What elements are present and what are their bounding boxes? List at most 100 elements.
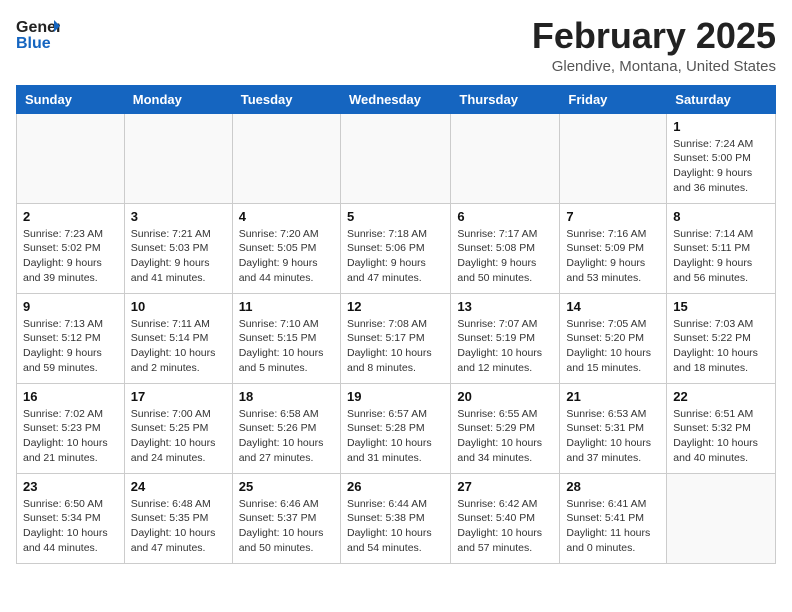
- calendar-cell: 20 Sunrise: 6:55 AM Sunset: 5:29 PM Dayli…: [451, 383, 560, 473]
- month-title: February 2025: [532, 16, 776, 56]
- calendar-cell: 1 Sunrise: 7:24 AM Sunset: 5:00 PM Daylig…: [667, 113, 776, 203]
- day-info: Sunrise: 6:46 AM Sunset: 5:37 PM Dayligh…: [239, 497, 334, 556]
- calendar-cell: 10 Sunrise: 7:11 AM Sunset: 5:14 PM Dayli…: [124, 293, 232, 383]
- day-info: Sunrise: 6:41 AM Sunset: 5:41 PM Dayligh…: [566, 497, 660, 556]
- day-info: Sunrise: 7:02 AM Sunset: 5:23 PM Dayligh…: [23, 407, 118, 466]
- calendar-cell: [667, 473, 776, 563]
- calendar-cell: 7 Sunrise: 7:16 AM Sunset: 5:09 PM Daylig…: [560, 203, 667, 293]
- day-info: Sunrise: 7:10 AM Sunset: 5:15 PM Dayligh…: [239, 317, 334, 376]
- day-number: 19: [347, 389, 444, 404]
- day-info: Sunrise: 7:17 AM Sunset: 5:08 PM Dayligh…: [457, 227, 553, 286]
- day-info: Sunrise: 6:48 AM Sunset: 5:35 PM Dayligh…: [131, 497, 226, 556]
- day-number: 18: [239, 389, 334, 404]
- calendar-day-header: Sunday: [17, 85, 125, 113]
- day-number: 6: [457, 209, 553, 224]
- calendar-week-row: 23 Sunrise: 6:50 AM Sunset: 5:34 PM Dayli…: [17, 473, 776, 563]
- logo-icon: General Blue: [16, 16, 60, 52]
- day-number: 7: [566, 209, 660, 224]
- day-number: 27: [457, 479, 553, 494]
- day-number: 21: [566, 389, 660, 404]
- day-number: 3: [131, 209, 226, 224]
- day-number: 8: [673, 209, 769, 224]
- calendar-day-header: Friday: [560, 85, 667, 113]
- calendar-cell: 23 Sunrise: 6:50 AM Sunset: 5:34 PM Dayli…: [17, 473, 125, 563]
- day-info: Sunrise: 7:16 AM Sunset: 5:09 PM Dayligh…: [566, 227, 660, 286]
- calendar-cell: 21 Sunrise: 6:53 AM Sunset: 5:31 PM Dayli…: [560, 383, 667, 473]
- calendar-day-header: Saturday: [667, 85, 776, 113]
- day-number: 22: [673, 389, 769, 404]
- calendar-cell: [560, 113, 667, 203]
- day-info: Sunrise: 6:50 AM Sunset: 5:34 PM Dayligh…: [23, 497, 118, 556]
- day-info: Sunrise: 7:00 AM Sunset: 5:25 PM Dayligh…: [131, 407, 226, 466]
- location: Glendive, Montana, United States: [532, 58, 776, 75]
- svg-text:General: General: [16, 19, 60, 36]
- calendar-cell: 12 Sunrise: 7:08 AM Sunset: 5:17 PM Dayli…: [340, 293, 450, 383]
- day-info: Sunrise: 7:11 AM Sunset: 5:14 PM Dayligh…: [131, 317, 226, 376]
- calendar-cell: [451, 113, 560, 203]
- calendar-cell: 5 Sunrise: 7:18 AM Sunset: 5:06 PM Daylig…: [340, 203, 450, 293]
- day-number: 20: [457, 389, 553, 404]
- calendar-day-header: Monday: [124, 85, 232, 113]
- svg-text:Blue: Blue: [16, 35, 51, 52]
- calendar-day-header: Tuesday: [232, 85, 340, 113]
- day-number: 1: [673, 119, 769, 134]
- day-info: Sunrise: 7:08 AM Sunset: 5:17 PM Dayligh…: [347, 317, 444, 376]
- day-info: Sunrise: 6:53 AM Sunset: 5:31 PM Dayligh…: [566, 407, 660, 466]
- day-info: Sunrise: 7:21 AM Sunset: 5:03 PM Dayligh…: [131, 227, 226, 286]
- calendar-cell: 9Sunrise: 7:13 AM Sunset: 5:12 PM Daylig…: [17, 293, 125, 383]
- calendar-table: SundayMondayTuesdayWednesdayThursdayFrid…: [16, 85, 776, 564]
- calendar-day-header: Thursday: [451, 85, 560, 113]
- calendar-week-row: 2Sunrise: 7:23 AM Sunset: 5:02 PM Daylig…: [17, 203, 776, 293]
- calendar-cell: 13 Sunrise: 7:07 AM Sunset: 5:19 PM Dayli…: [451, 293, 560, 383]
- day-info: Sunrise: 7:03 AM Sunset: 5:22 PM Dayligh…: [673, 317, 769, 376]
- title-block: February 2025 Glendive, Montana, United …: [532, 16, 776, 75]
- day-info: Sunrise: 7:05 AM Sunset: 5:20 PM Dayligh…: [566, 317, 660, 376]
- day-info: Sunrise: 7:14 AM Sunset: 5:11 PM Dayligh…: [673, 227, 769, 286]
- day-info: Sunrise: 7:18 AM Sunset: 5:06 PM Dayligh…: [347, 227, 444, 286]
- calendar-header-row: SundayMondayTuesdayWednesdayThursdayFrid…: [17, 85, 776, 113]
- day-info: Sunrise: 7:07 AM Sunset: 5:19 PM Dayligh…: [457, 317, 553, 376]
- day-number: 4: [239, 209, 334, 224]
- calendar-cell: 15 Sunrise: 7:03 AM Sunset: 5:22 PM Dayli…: [667, 293, 776, 383]
- calendar-cell: 18 Sunrise: 6:58 AM Sunset: 5:26 PM Dayli…: [232, 383, 340, 473]
- day-info: Sunrise: 6:44 AM Sunset: 5:38 PM Dayligh…: [347, 497, 444, 556]
- day-number: 9: [23, 299, 118, 314]
- logo: General Blue: [16, 16, 60, 52]
- calendar-cell: [232, 113, 340, 203]
- calendar-cell: 27 Sunrise: 6:42 AM Sunset: 5:40 PM Dayli…: [451, 473, 560, 563]
- calendar-cell: [340, 113, 450, 203]
- calendar-cell: 25 Sunrise: 6:46 AM Sunset: 5:37 PM Dayli…: [232, 473, 340, 563]
- day-number: 13: [457, 299, 553, 314]
- day-info: Sunrise: 6:42 AM Sunset: 5:40 PM Dayligh…: [457, 497, 553, 556]
- day-number: 14: [566, 299, 660, 314]
- day-number: 26: [347, 479, 444, 494]
- day-number: 5: [347, 209, 444, 224]
- day-number: 12: [347, 299, 444, 314]
- day-number: 28: [566, 479, 660, 494]
- calendar-cell: 8 Sunrise: 7:14 AM Sunset: 5:11 PM Daylig…: [667, 203, 776, 293]
- day-number: 17: [131, 389, 226, 404]
- day-number: 10: [131, 299, 226, 314]
- day-number: 15: [673, 299, 769, 314]
- page-header: General Blue February 2025 Glendive, Mon…: [16, 16, 776, 75]
- calendar-cell: 2Sunrise: 7:23 AM Sunset: 5:02 PM Daylig…: [17, 203, 125, 293]
- calendar-week-row: 1 Sunrise: 7:24 AM Sunset: 5:00 PM Daylig…: [17, 113, 776, 203]
- day-number: 23: [23, 479, 118, 494]
- calendar-day-header: Wednesday: [340, 85, 450, 113]
- day-info: Sunrise: 7:23 AM Sunset: 5:02 PM Dayligh…: [23, 227, 118, 286]
- day-number: 24: [131, 479, 226, 494]
- calendar-cell: [124, 113, 232, 203]
- day-info: Sunrise: 6:55 AM Sunset: 5:29 PM Dayligh…: [457, 407, 553, 466]
- day-number: 25: [239, 479, 334, 494]
- calendar-cell: 24 Sunrise: 6:48 AM Sunset: 5:35 PM Dayli…: [124, 473, 232, 563]
- calendar-week-row: 16Sunrise: 7:02 AM Sunset: 5:23 PM Dayli…: [17, 383, 776, 473]
- day-info: Sunrise: 6:51 AM Sunset: 5:32 PM Dayligh…: [673, 407, 769, 466]
- calendar-cell: 19Sunrise: 6:57 AM Sunset: 5:28 PM Dayli…: [340, 383, 450, 473]
- day-info: Sunrise: 7:20 AM Sunset: 5:05 PM Dayligh…: [239, 227, 334, 286]
- day-number: 11: [239, 299, 334, 314]
- calendar-cell: 28 Sunrise: 6:41 AM Sunset: 5:41 PM Dayli…: [560, 473, 667, 563]
- calendar-cell: 14 Sunrise: 7:05 AM Sunset: 5:20 PM Dayli…: [560, 293, 667, 383]
- day-info: Sunrise: 6:58 AM Sunset: 5:26 PM Dayligh…: [239, 407, 334, 466]
- calendar-cell: [17, 113, 125, 203]
- day-info: Sunrise: 7:24 AM Sunset: 5:00 PM Dayligh…: [673, 137, 769, 196]
